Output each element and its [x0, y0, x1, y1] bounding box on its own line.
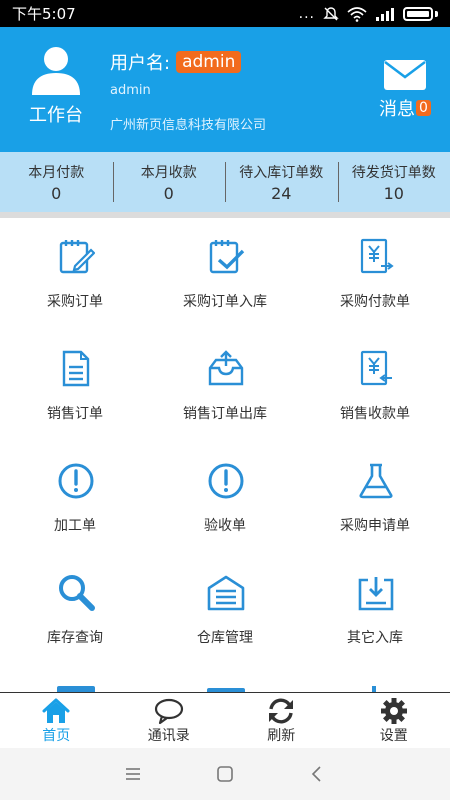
- nav-home[interactable]: 首页: [0, 693, 113, 748]
- stat-pending-inbound[interactable]: 待入库订单数 24: [225, 152, 338, 212]
- grid-item-label: 仓库管理: [197, 630, 253, 646]
- function-grid: 采购订单 采购订单入库 采购付款单 销售订单 销售订单出库 销售收款单 加工单 …: [0, 218, 450, 693]
- grid-item-label: 验收单: [204, 518, 246, 534]
- stat-label: 待入库订单数: [239, 164, 324, 181]
- grid-item-label: 加工单: [54, 518, 96, 534]
- processing-order-icon: [58, 463, 94, 499]
- stat-value: 0: [51, 183, 62, 203]
- wifi-icon: [347, 6, 367, 22]
- system-nav-bar: [0, 748, 450, 800]
- status-time: 下午5:07: [12, 5, 76, 23]
- grid-item-label: 其它入库: [347, 630, 403, 646]
- grid-item-purchase-inbound[interactable]: 采购订单入库: [150, 218, 300, 330]
- stat-monthly-receipt[interactable]: 本月收款 0: [112, 152, 226, 212]
- grid-item-warehouse[interactable]: 仓库管理: [150, 554, 300, 666]
- grid-item-processing-order[interactable]: 加工单: [0, 442, 150, 554]
- nav-contacts[interactable]: 通讯录: [113, 693, 226, 748]
- sales-receipt-icon: [360, 350, 392, 386]
- stat-label: 待发货订单数: [351, 164, 436, 181]
- purchase-order-icon: [59, 240, 95, 274]
- nav-label: 通讯录: [147, 727, 190, 744]
- grid-item-purchase-request[interactable]: 采购申请单: [300, 442, 450, 554]
- stat-label: 本月付款: [28, 164, 85, 181]
- user-icon: [32, 47, 80, 95]
- signal-dots: ...: [298, 5, 315, 22]
- battery-tip: [435, 10, 438, 17]
- grid-item-other-inbound[interactable]: 其它入库: [300, 554, 450, 666]
- warehouse-icon: [207, 575, 245, 611]
- grid-item-purchase-order[interactable]: 采购订单: [0, 218, 150, 330]
- app-screen: 下午5:07 ... 工作台 用户名: admin admin 广州新页信息科技…: [0, 0, 450, 800]
- purchase-request-icon: [359, 463, 393, 499]
- grid-item-sales-order[interactable]: 销售订单: [0, 330, 150, 442]
- other-inbound-icon: [358, 577, 394, 611]
- grid-item-label: 销售订单出库: [183, 406, 267, 422]
- nav-label: 设置: [379, 727, 408, 744]
- sales-order-icon: [62, 350, 90, 387]
- grid-item-acceptance[interactable]: 验收单: [150, 442, 300, 554]
- stat-monthly-payment[interactable]: 本月付款 0: [0, 152, 113, 212]
- messages-count-badge: 0: [416, 100, 431, 116]
- grid-item-label: 采购申请单: [340, 518, 410, 534]
- purchase-payment-icon: [360, 238, 394, 274]
- chat-icon: [154, 698, 183, 724]
- inventory-search-icon: [59, 575, 95, 611]
- menu-icon[interactable]: [122, 763, 144, 785]
- stats-bar: 本月付款 0 本月收款 0 待入库订单数 24 待发货订单数 10: [0, 152, 450, 212]
- stat-pending-shipment[interactable]: 待发货订单数 10: [337, 152, 450, 212]
- grid-item-sales-receipt[interactable]: 销售收款单: [300, 330, 450, 442]
- nav-settings[interactable]: 设置: [338, 693, 450, 748]
- battery-icon: [403, 6, 433, 21]
- stat-value: 24: [271, 183, 292, 203]
- grid-item-sales-outbound[interactable]: 销售订单出库: [150, 330, 300, 442]
- messages-button[interactable]: 消息 0: [370, 59, 440, 121]
- home-square-icon[interactable]: [214, 763, 236, 785]
- grid-item-inventory-search[interactable]: 库存查询: [0, 554, 150, 666]
- refresh-icon: [269, 698, 294, 723]
- stat-value: 10: [383, 183, 404, 203]
- company-name: 广州新页信息科技有限公司: [110, 118, 267, 133]
- grid-item-label: 采购订单入库: [183, 294, 267, 310]
- nav-label: 刷新: [267, 727, 296, 744]
- back-icon[interactable]: [306, 763, 328, 785]
- username-badge: admin: [176, 51, 242, 73]
- messages-line: 消息 0: [370, 95, 440, 121]
- status-bar: 下午5:07 ...: [0, 0, 450, 27]
- status-icons: ...: [299, 6, 438, 22]
- username-sub: admin: [110, 83, 151, 98]
- bottom-nav: 首页 通讯录 刷新 设置: [0, 692, 450, 748]
- username-row: 用户名: admin: [110, 49, 242, 75]
- profile-header: 工作台 用户名: admin admin 广州新页信息科技有限公司 消息 0: [0, 27, 450, 152]
- grid-item-label: 采购订单: [47, 294, 103, 310]
- grid-item-label: 采购付款单: [340, 294, 410, 310]
- grid-item-label: 销售订单: [47, 406, 103, 422]
- grid-item-purchase-payment[interactable]: 采购付款单: [300, 218, 450, 330]
- stat-value: 0: [163, 183, 174, 203]
- stat-label: 本月收款: [140, 164, 197, 181]
- messages-label: 消息: [379, 99, 416, 120]
- mail-icon: [384, 60, 426, 90]
- purchase-inbound-icon: [209, 240, 245, 274]
- home-icon: [42, 698, 70, 723]
- workspace-label: 工作台: [29, 105, 83, 126]
- workspace-button[interactable]: 工作台: [18, 45, 94, 127]
- grid-item-label: 库存查询: [47, 630, 103, 646]
- nav-label: 首页: [42, 727, 71, 744]
- sales-outbound-icon: [208, 350, 244, 386]
- cell-signal-icon: [376, 7, 394, 21]
- username-label: 用户名:: [110, 53, 171, 74]
- mute-icon: [323, 6, 339, 20]
- grid-item-label: 销售收款单: [340, 406, 410, 422]
- acceptance-icon: [208, 463, 244, 499]
- nav-refresh[interactable]: 刷新: [225, 693, 338, 748]
- gear-icon: [380, 697, 407, 724]
